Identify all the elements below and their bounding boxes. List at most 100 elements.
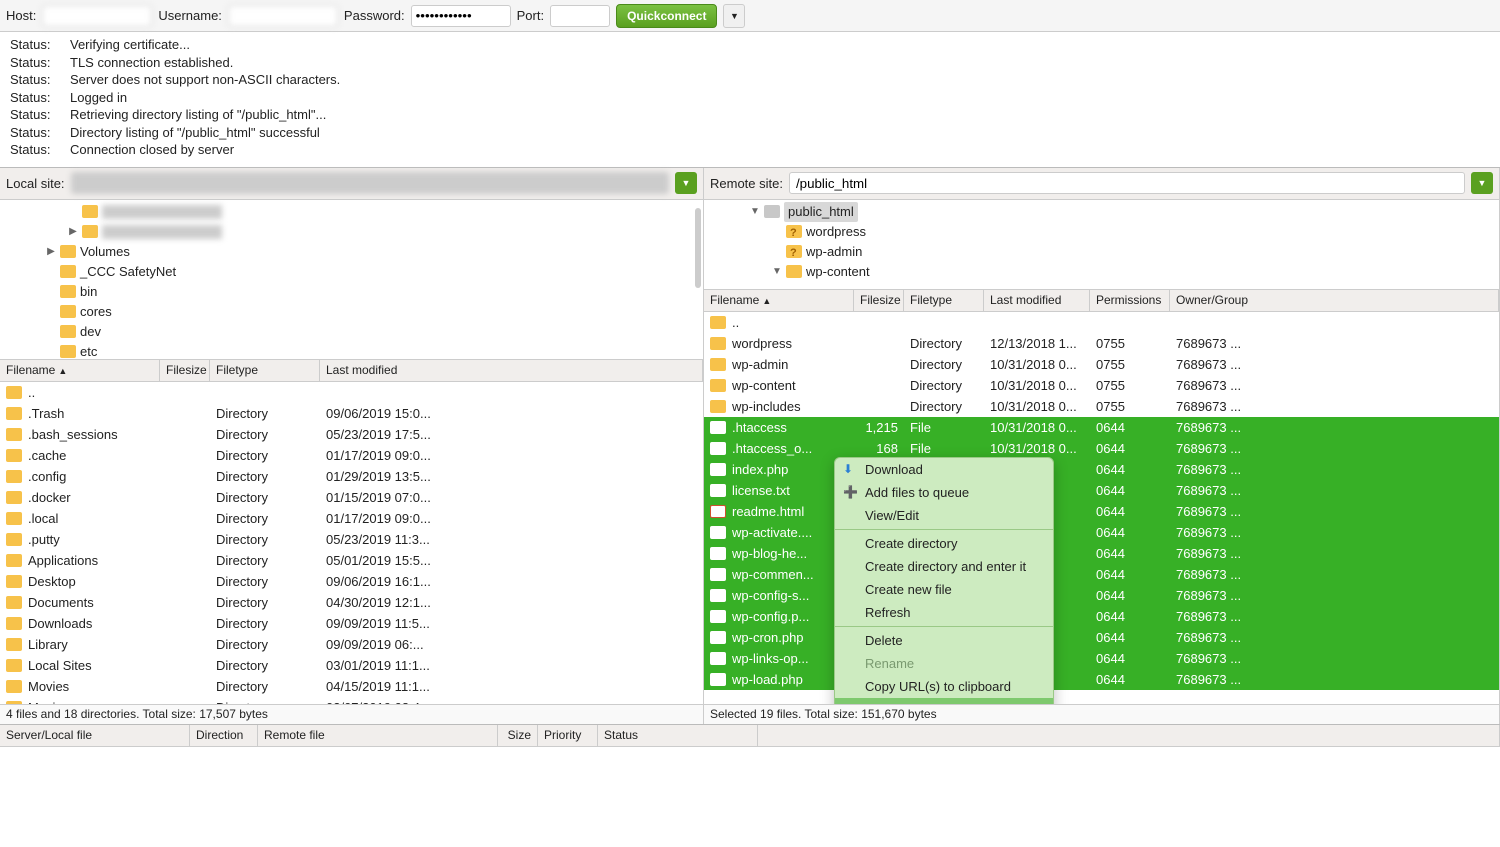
file-row[interactable]: LibraryDirectory09/09/2019 06:... [0,634,703,655]
quickconnect-button[interactable]: Quickconnect [616,4,717,28]
menu-item[interactable]: Create directory [835,532,1053,555]
remote-columns: Filename▲ Filesize Filetype Last modifie… [704,290,1499,312]
col-modified[interactable]: Last modified [320,360,703,381]
col-permissions[interactable]: Permissions [1090,290,1170,311]
menu-item[interactable]: Create directory and enter it [835,555,1053,578]
file-row[interactable]: license.txt8 0...06447689673 ... [704,480,1499,501]
file-owner: 7689673 ... [1170,545,1499,562]
folder-icon [6,533,22,546]
tree-item[interactable]: cores [4,302,699,322]
col-modified[interactable]: Last modified [984,290,1090,311]
col-priority[interactable]: Priority [538,725,598,746]
menu-item[interactable]: Copy URL(s) to clipboard [835,675,1053,698]
file-row[interactable]: ApplicationsDirectory05/01/2019 15:5... [0,550,703,571]
col-filesize[interactable]: Filesize [854,290,904,311]
file-row[interactable]: DownloadsDirectory09/09/2019 11:5... [0,613,703,634]
file-row[interactable]: wp-commen...8 0...06447689673 ... [704,564,1499,585]
remote-path-input[interactable] [789,172,1465,194]
remote-file-list[interactable]: ..wordpressDirectory12/13/2018 1...07557… [704,312,1499,704]
col-filetype[interactable]: Filetype [904,290,984,311]
twisty-icon[interactable]: ▼ [772,262,782,282]
file-row[interactable]: .puttyDirectory05/23/2019 11:3... [0,529,703,550]
col-size[interactable]: Size [498,725,538,746]
col-server-file[interactable]: Server/Local file [0,725,190,746]
tree-item[interactable]: bin [4,282,699,302]
twisty-icon[interactable]: ▶ [46,242,56,262]
col-filename[interactable]: Filename▲ [704,290,854,311]
file-row[interactable]: MoviesDirectory04/15/2019 11:1... [0,676,703,697]
local-tree[interactable]: xxxxxxxx▶xxxxxxxx▶Volumes_CCC SafetyNetb… [0,200,703,360]
username-input[interactable] [228,5,338,27]
file-row[interactable]: .cacheDirectory01/17/2019 09:0... [0,445,703,466]
tree-item[interactable]: ▶xxxxxxxx [4,222,699,242]
tree-item[interactable]: ▶Volumes [4,242,699,262]
file-row[interactable]: wordpressDirectory12/13/2018 1...0755768… [704,333,1499,354]
file-row[interactable]: wp-activate....8 0...06447689673 ... [704,522,1499,543]
tree-item[interactable]: _CCC SafetyNet [4,262,699,282]
folder-icon [6,386,22,399]
file-permissions: 0644 [1090,503,1170,520]
col-owner[interactable]: Owner/Group [1170,290,1499,311]
quickconnect-dropdown[interactable]: ▼ [723,4,745,28]
file-row[interactable]: MusicDirectory03/07/2019 08:4... [0,697,703,704]
file-icon [710,463,726,476]
tree-item[interactable]: ▼wp-content [708,262,1495,282]
file-row[interactable]: wp-includesDirectory10/31/2018 0...07557… [704,396,1499,417]
file-modified: 09/09/2019 11:5... [320,615,600,632]
port-input[interactable] [550,5,610,27]
tree-item[interactable]: etc [4,342,699,360]
tree-item[interactable]: wordpress [708,222,1495,242]
twisty-icon[interactable]: ▶ [68,222,78,242]
tree-item[interactable]: xxxxxxxx [4,202,699,222]
scrollbar[interactable] [695,208,701,288]
col-direction[interactable]: Direction [190,725,258,746]
menu-item[interactable]: Create new file [835,578,1053,601]
file-row[interactable]: wp-load.php8 0...06447689673 ... [704,669,1499,690]
menu-item[interactable]: ⬇Download [835,458,1053,481]
col-filetype[interactable]: Filetype [210,360,320,381]
file-row[interactable]: readme.html8 0...06447689673 ... [704,501,1499,522]
file-row[interactable]: .TrashDirectory09/06/2019 15:0... [0,403,703,424]
file-row[interactable]: wp-blog-he...8 0...06447689673 ... [704,543,1499,564]
file-row[interactable]: .localDirectory01/17/2019 09:0... [0,508,703,529]
file-size [854,321,904,323]
file-modified: 04/15/2019 11:1... [320,678,600,695]
col-remote-file[interactable]: Remote file [258,725,498,746]
file-row[interactable]: wp-links-op...8 0...06447689673 ... [704,648,1499,669]
file-row[interactable]: Local SitesDirectory03/01/2019 11:1... [0,655,703,676]
menu-item[interactable]: ➕Add files to queue [835,481,1053,504]
local-path-input[interactable] [71,172,669,194]
menu-item[interactable]: View/Edit [835,504,1053,527]
file-row[interactable]: wp-cron.php8 0...06447689673 ... [704,627,1499,648]
file-row[interactable]: wp-config-s...8 0...06447689673 ... [704,585,1499,606]
file-row[interactable]: DocumentsDirectory04/30/2019 12:1... [0,592,703,613]
menu-item[interactable]: File permissions... [835,698,1053,704]
file-row[interactable]: .. [704,312,1499,333]
file-row[interactable]: wp-config.p...19 1...06447689673 ... [704,606,1499,627]
twisty-icon[interactable]: ▼ [750,202,760,222]
col-filesize[interactable]: Filesize [160,360,210,381]
file-row[interactable]: .htaccess1,215File10/31/2018 0...0644768… [704,417,1499,438]
menu-item[interactable]: Refresh [835,601,1053,624]
remote-tree[interactable]: ▼public_htmlwordpresswp-admin▼wp-content [704,200,1499,290]
file-row[interactable]: DesktopDirectory09/06/2019 16:1... [0,571,703,592]
file-row[interactable]: .dockerDirectory01/15/2019 07:0... [0,487,703,508]
menu-item[interactable]: Delete [835,629,1053,652]
tree-item[interactable]: dev [4,322,699,342]
file-row[interactable]: .htaccess_o...168File10/31/2018 0...0644… [704,438,1499,459]
host-input[interactable] [42,5,152,27]
file-row[interactable]: wp-contentDirectory10/31/2018 0...075576… [704,375,1499,396]
col-filename[interactable]: Filename▲ [0,360,160,381]
password-input[interactable] [411,5,511,27]
tree-item[interactable]: ▼public_html [708,202,1495,222]
remote-path-dropdown[interactable]: ▼ [1471,172,1493,194]
file-row[interactable]: .. [0,382,703,403]
local-path-dropdown[interactable]: ▼ [675,172,697,194]
file-row[interactable]: .configDirectory01/29/2019 13:5... [0,466,703,487]
file-row[interactable]: .bash_sessionsDirectory05/23/2019 17:5..… [0,424,703,445]
file-row[interactable]: wp-adminDirectory10/31/2018 0...07557689… [704,354,1499,375]
col-status[interactable]: Status [598,725,758,746]
file-row[interactable]: index.php8 0...06447689673 ... [704,459,1499,480]
tree-item[interactable]: wp-admin [708,242,1495,262]
local-file-list[interactable]: ...TrashDirectory09/06/2019 15:0....bash… [0,382,703,704]
